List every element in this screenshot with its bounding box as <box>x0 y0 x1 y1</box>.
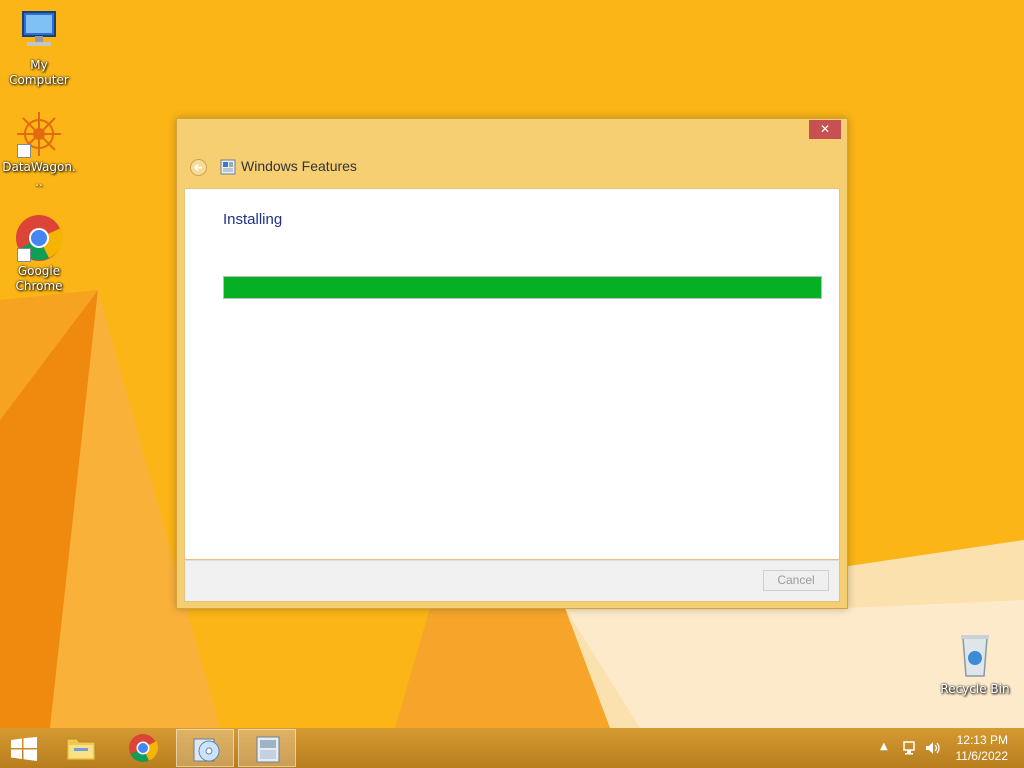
desktop-icon-my-computer[interactable]: My Computer <box>1 8 77 88</box>
desktop: My Computer DataWagon... Google Chrome R… <box>0 0 1024 728</box>
chrome-icon <box>15 214 63 262</box>
taskbar-chrome[interactable] <box>114 729 172 767</box>
windows-features-dialog: ✕ Windows Features Installing Cancel <box>176 118 848 609</box>
dialog-title: Windows Features <box>241 158 357 174</box>
status-text: Installing <box>223 211 283 228</box>
taskbar-file-explorer[interactable] <box>52 729 110 767</box>
taskbar: ▲ 12:13 PM 11/6/2022 <box>0 728 1024 768</box>
dialog-footer: Cancel <box>184 560 840 602</box>
dialog-content: Installing <box>184 188 840 560</box>
arrow-left-icon <box>193 163 202 172</box>
shortcut-arrow-icon <box>17 144 31 158</box>
progress-bar-fill <box>224 277 821 298</box>
desktop-icon-recycle-bin[interactable]: Recycle Bin <box>937 632 1013 697</box>
show-hidden-icons-icon[interactable]: ▲ <box>880 741 888 752</box>
volume-icon[interactable] <box>924 740 942 756</box>
disc-setup-icon <box>193 738 220 762</box>
progress-bar <box>223 276 822 299</box>
windows-features-icon <box>220 159 236 175</box>
start-button[interactable] <box>0 729 48 767</box>
system-tray: ▲ 12:13 PM 11/6/2022 <box>864 728 1024 768</box>
clock-date[interactable]: 11/6/2022 <box>956 749 1009 763</box>
windows-features-icon <box>256 736 280 763</box>
start-icon <box>11 737 37 761</box>
desktop-icon-label: DataWagon... <box>2 160 76 189</box>
computer-icon <box>15 8 63 56</box>
recycle-bin-icon <box>951 632 999 680</box>
close-button[interactable]: ✕ <box>809 120 841 139</box>
desktop-icon-label: Recycle Bin <box>940 682 1010 696</box>
back-button[interactable] <box>190 159 207 176</box>
desktop-icon-label: My Computer <box>9 58 69 87</box>
taskbar-setup[interactable] <box>176 729 234 767</box>
chrome-icon <box>129 734 159 762</box>
cancel-button[interactable]: Cancel <box>763 570 829 591</box>
taskbar-windows-features[interactable] <box>238 729 296 767</box>
shortcut-arrow-icon <box>17 248 31 262</box>
desktop-icon-google-chrome[interactable]: Google Chrome <box>1 214 77 294</box>
datawagon-icon <box>15 110 63 158</box>
file-explorer-icon <box>66 738 96 761</box>
network-icon[interactable] <box>902 740 918 756</box>
desktop-icon-label: Google Chrome <box>15 264 63 293</box>
desktop-icon-datawagon[interactable]: DataWagon... <box>1 110 77 190</box>
clock-time[interactable]: 12:13 PM <box>957 733 1008 747</box>
